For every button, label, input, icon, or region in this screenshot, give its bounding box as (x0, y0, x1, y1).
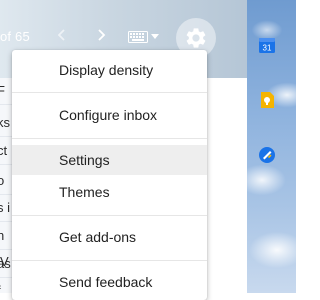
email-row[interactable]: ct (0, 138, 12, 165)
menu-divider (12, 138, 207, 139)
keep-icon[interactable] (258, 91, 276, 109)
gear-icon (186, 28, 206, 48)
email-row[interactable]: n V (0, 223, 12, 269)
menu-item-settings[interactable]: Settings (12, 145, 207, 175)
email-row[interactable]: f (0, 278, 12, 293)
chevron-left-icon[interactable] (52, 25, 72, 45)
email-row[interactable]: s i (0, 195, 12, 222)
chevron-right-icon[interactable] (91, 25, 111, 45)
calendar-date-label: 31 (263, 44, 272, 53)
menu-item-themes[interactable]: Themes (12, 177, 207, 207)
email-row[interactable]: ks (0, 110, 12, 137)
tasks-icon[interactable] (258, 146, 276, 164)
email-row[interactable]: F (0, 78, 12, 105)
menu-item-configure-inbox[interactable]: Configure inbox (12, 100, 207, 130)
menu-item-display-density[interactable]: Display density (12, 55, 207, 85)
email-list: F ks ct o s i n V as f (0, 78, 12, 293)
calendar-icon[interactable]: 31 (258, 36, 276, 54)
menu-divider (12, 92, 207, 93)
menu-divider (12, 215, 207, 216)
pager-count: of 65 (0, 29, 30, 44)
keyboard-icon[interactable] (128, 31, 148, 43)
caret-down-icon[interactable] (151, 34, 159, 40)
menu-item-get-add-ons[interactable]: Get add-ons (12, 222, 207, 252)
settings-menu: Display density Configure inbox Settings… (12, 50, 207, 300)
menu-divider (12, 260, 207, 261)
email-row[interactable]: o (0, 168, 12, 195)
email-row[interactable]: as (0, 251, 12, 278)
